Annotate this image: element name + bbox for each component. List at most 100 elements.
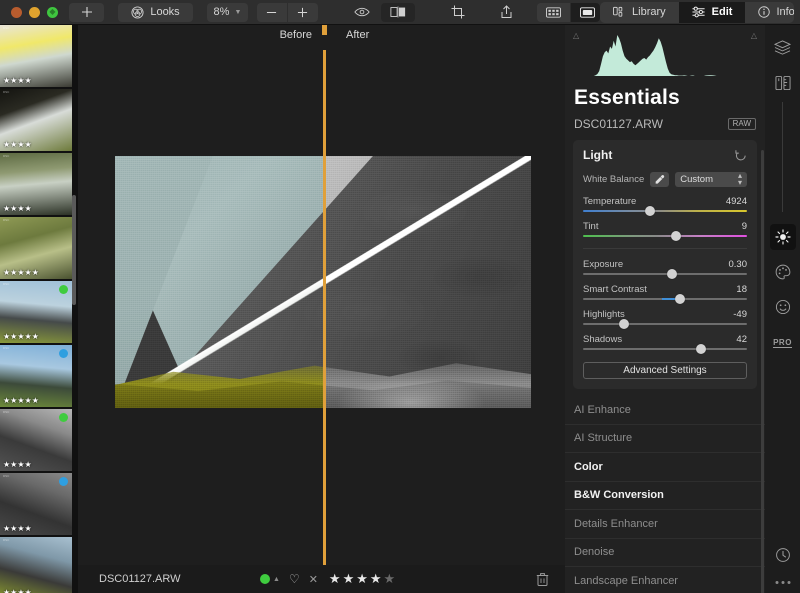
window-close-button[interactable] <box>11 7 22 18</box>
slider-knob[interactable] <box>645 206 655 216</box>
chevron-up-icon[interactable]: ▲ <box>273 576 280 583</box>
reject-x-icon[interactable]: ✕ <box>309 573 318 586</box>
trash-button[interactable] <box>536 572 549 586</box>
slider-knob[interactable] <box>671 231 681 241</box>
slider-track[interactable] <box>583 235 747 237</box>
color-tool-button[interactable] <box>770 259 796 285</box>
tool-item-landscape-enhancer[interactable]: Landscape Enhancer <box>565 567 765 593</box>
star-4[interactable]: ★ <box>370 571 382 587</box>
filmstrip-thumbnail[interactable]: DSC★★★★ <box>0 409 72 471</box>
advanced-settings-button[interactable]: Advanced Settings <box>583 362 747 379</box>
white-balance-value: Custom <box>680 174 713 185</box>
before-after-split-handle[interactable] <box>323 50 326 593</box>
pro-button[interactable]: PRO <box>770 330 796 356</box>
slider-knob[interactable] <box>696 344 706 354</box>
window-zoom-button[interactable]: ◆ <box>47 7 58 18</box>
star-1[interactable]: ★ <box>329 571 341 587</box>
histogram[interactable]: △ △ <box>572 30 758 82</box>
single-view-button[interactable] <box>570 3 601 22</box>
app-window: ◆ Looks 8% ▼ <box>0 0 800 593</box>
filmstrip[interactable]: DSC★★★★DSC★★★★DSC★★★★DSC★★★★★DSC★★★★★DSC… <box>0 25 78 593</box>
color-label-dot[interactable] <box>260 574 270 584</box>
reset-button[interactable] <box>735 149 747 161</box>
panel-file-row: DSC01127.ARW RAW <box>574 117 756 131</box>
history-button[interactable] <box>770 542 796 568</box>
clip-triangle-right-icon[interactable]: △ <box>751 31 757 40</box>
layers-icon <box>774 40 791 55</box>
slider-smart-contrast[interactable]: Smart Contrast18 <box>583 284 747 300</box>
grid-view-button[interactable] <box>537 3 570 22</box>
slider-tint[interactable]: Tint9 <box>583 221 747 237</box>
zoom-level-select[interactable]: 8% ▼ <box>207 3 249 22</box>
crop-button[interactable] <box>441 3 476 22</box>
filmstrip-thumbnail[interactable]: DSC★★★★ <box>0 537 72 593</box>
split-handle-grip[interactable] <box>322 25 327 35</box>
filmstrip-thumbnail[interactable]: DSC★★★★ <box>0 473 72 535</box>
slider-label: Temperature <box>583 196 636 207</box>
slider-knob[interactable] <box>667 269 677 279</box>
star-rating[interactable]: ★★★★★ <box>329 571 395 587</box>
slider-track[interactable] <box>583 273 747 275</box>
slider-track[interactable] <box>583 298 747 300</box>
share-button[interactable] <box>489 3 524 22</box>
tab-library[interactable]: Library <box>600 2 679 23</box>
light-tool-button[interactable] <box>770 224 796 250</box>
crop-tools-button[interactable] <box>770 70 796 96</box>
looks-button[interactable]: Looks <box>118 3 194 22</box>
more-options-button[interactable] <box>774 580 792 585</box>
thumbnail-color-label[interactable] <box>59 413 68 422</box>
tool-item-b-w-conversion[interactable]: B&W Conversion <box>565 482 765 511</box>
thumbnail-color-label[interactable] <box>59 349 68 358</box>
thumbnail-star-rating: ★★★★ <box>3 77 32 85</box>
filmstrip-thumbnail[interactable]: DSC★★★★ <box>0 25 72 87</box>
white-balance-select[interactable]: Custom ▴▾ <box>675 172 747 187</box>
filmstrip-thumbnail[interactable]: DSC★★★★★ <box>0 345 72 407</box>
zoom-out-button[interactable] <box>257 3 287 22</box>
slider-highlights[interactable]: Highlights-49 <box>583 309 747 325</box>
tool-item-denoise[interactable]: Denoise <box>565 539 765 568</box>
thumbnail-color-label[interactable] <box>59 285 68 294</box>
portrait-tool-button[interactable] <box>770 294 796 320</box>
slider-shadows[interactable]: Shadows42 <box>583 334 747 350</box>
slider-track[interactable] <box>583 348 747 350</box>
layers-button[interactable] <box>770 34 796 60</box>
slider-knob[interactable] <box>619 319 629 329</box>
favorite-heart-icon[interactable]: ♡ <box>289 572 300 586</box>
image-canvas[interactable]: Before After <box>78 25 565 593</box>
tool-item-ai-enhance[interactable]: AI Enhance <box>565 396 765 425</box>
thumbnail-star-rating: ★★★★ <box>3 461 32 469</box>
light-card-header: Light <box>583 148 747 162</box>
slider-temperature[interactable]: Temperature4924 <box>583 196 747 212</box>
tool-item-ai-structure[interactable]: AI Structure <box>565 425 765 454</box>
filmstrip-thumbnail[interactable]: DSC★★★★ <box>0 89 72 151</box>
star-3[interactable]: ★ <box>356 571 368 587</box>
add-button[interactable] <box>69 3 104 22</box>
tab-info[interactable]: Info <box>745 2 794 23</box>
zoom-in-button[interactable] <box>288 3 318 22</box>
filmstrip-thumbnail[interactable]: DSC★★★★ <box>0 153 72 215</box>
slider-track[interactable] <box>583 210 747 212</box>
preview-toggle-button[interactable] <box>344 3 381 22</box>
tab-edit[interactable]: Edit <box>679 2 746 23</box>
right-panel-scrollbar[interactable] <box>761 150 764 593</box>
thumbnail-image <box>0 537 72 593</box>
filmstrip-thumbnail[interactable]: DSC★★★★★ <box>0 281 72 343</box>
star-2[interactable]: ★ <box>343 571 355 587</box>
slider-exposure[interactable]: Exposure0.30 <box>583 259 747 275</box>
after-label: After <box>346 29 369 41</box>
compare-toggle-button[interactable] <box>381 3 415 22</box>
tool-item-details-enhancer[interactable]: Details Enhancer <box>565 510 765 539</box>
eyedropper-button[interactable] <box>650 172 669 187</box>
filmstrip-scrollbar[interactable] <box>72 195 76 305</box>
raw-badge: RAW <box>728 118 756 130</box>
slider-track[interactable] <box>583 323 747 325</box>
window-minimize-button[interactable] <box>29 7 40 18</box>
star-5[interactable]: ★ <box>384 571 396 587</box>
slider-knob[interactable] <box>675 294 685 304</box>
tool-item-color[interactable]: Color <box>565 453 765 482</box>
thumbnail-color-label[interactable] <box>59 477 68 486</box>
slider-label: Exposure <box>583 259 623 270</box>
advanced-settings-label: Advanced Settings <box>623 365 706 376</box>
filmstrip-thumbnail[interactable]: DSC★★★★★ <box>0 217 72 279</box>
clip-triangle-left-icon[interactable]: △ <box>573 31 579 40</box>
